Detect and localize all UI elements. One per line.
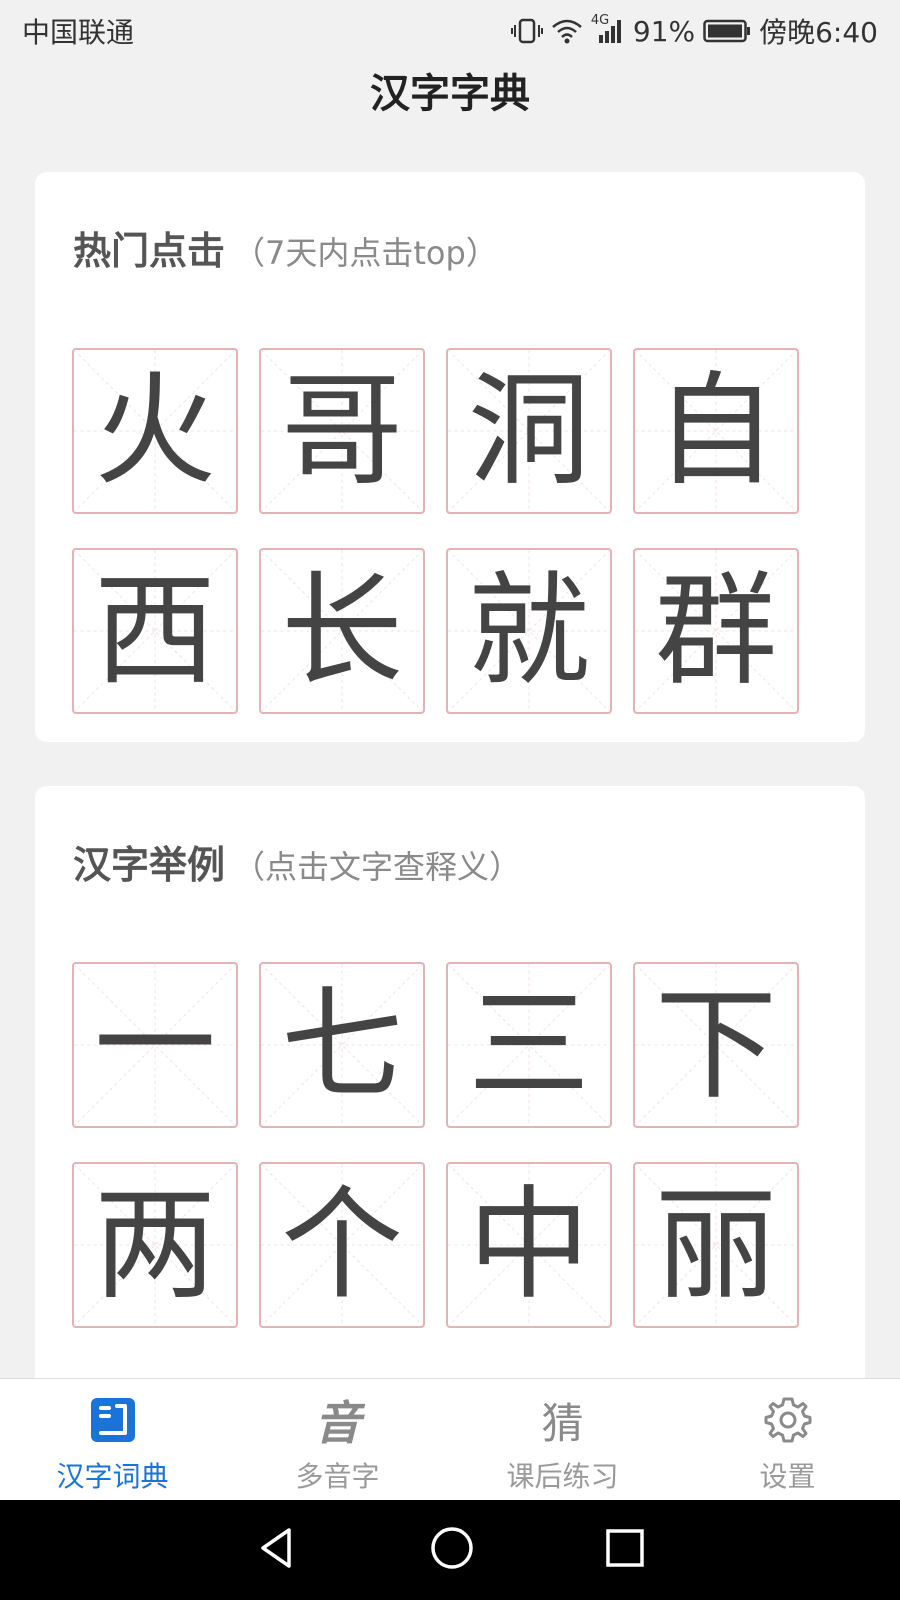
example-char-char: 个 [281, 1174, 403, 1316]
hot-char-char: 洞 [468, 360, 590, 502]
system-nav-bar [0, 1500, 900, 1600]
example-chars-subtitle: （点击文字查释义） [233, 848, 522, 886]
nav-item-settings[interactable]: 设置 [675, 1379, 900, 1500]
example-char-char: 一 [94, 974, 216, 1116]
dictionary-icon [86, 1393, 140, 1447]
example-char-cell[interactable]: 下 [633, 962, 799, 1128]
example-char-cell[interactable]: 个 [259, 1162, 425, 1328]
hot-char-cell[interactable]: 火 [72, 348, 238, 514]
hot-char-char: 群 [655, 560, 777, 702]
hot-chars-grid: 火哥洞自西长就群 [72, 348, 799, 714]
gear-icon [761, 1393, 815, 1447]
example-chars-grid: 一七三下两个中丽 [72, 962, 799, 1328]
network-type-label: 4G [590, 13, 610, 28]
battery-percent: 91% [632, 14, 696, 48]
example-char-cell[interactable]: 丽 [633, 1162, 799, 1328]
example-char-cell[interactable]: 中 [446, 1162, 612, 1328]
hot-char-cell[interactable]: 就 [446, 548, 612, 714]
example-char-char: 三 [468, 974, 590, 1116]
status-icons: 4G 91% 傍晚6:40 [510, 11, 878, 51]
back-icon[interactable] [255, 1526, 299, 1574]
hot-char-cell[interactable]: 西 [72, 548, 238, 714]
example-char-char: 下 [655, 974, 777, 1116]
nav-label-dictionary: 汉字词典 [56, 1460, 169, 1493]
nav-label-polyphone: 多音字 [295, 1460, 380, 1493]
recents-icon[interactable] [605, 1528, 645, 1572]
hot-char-char: 自 [655, 360, 777, 502]
example-chars-card: 汉字举例 （点击文字查释义） 一七三下两个中丽 [35, 786, 865, 1426]
hot-clicks-card: 热门点击 （7天内点击top） 火哥洞自西长就群 [35, 172, 865, 742]
nav-item-practice[interactable]: 猜 课后练习 [450, 1379, 675, 1500]
hot-char-char: 就 [468, 560, 590, 702]
example-chars-header: 汉字举例 （点击文字查释义） [73, 834, 521, 889]
hot-clicks-subtitle: （7天内点击top） [233, 234, 498, 272]
example-char-cell[interactable]: 一 [72, 962, 238, 1128]
example-char-cell[interactable]: 三 [446, 962, 612, 1128]
home-icon[interactable] [429, 1525, 475, 1575]
vibrate-icon [510, 17, 543, 45]
status-bar: 中国联通 4G 91% 傍晚6:40 [0, 0, 900, 62]
hot-char-char: 火 [94, 360, 216, 502]
polyphone-icon-glyph: 音 [314, 1396, 361, 1450]
example-char-char: 七 [281, 974, 403, 1116]
example-char-char: 丽 [655, 1174, 777, 1316]
practice-icon-glyph: 猜 [541, 1398, 584, 1448]
wifi-icon [551, 17, 583, 45]
hot-clicks-title: 热门点击 [73, 229, 226, 273]
nav-item-polyphone[interactable]: 音 多音字 [225, 1379, 450, 1500]
signal-icon: 4G [591, 13, 625, 45]
example-char-cell[interactable]: 两 [72, 1162, 238, 1328]
nav-label-practice: 课后练习 [506, 1460, 619, 1493]
hot-char-char: 西 [94, 560, 216, 702]
example-char-cell[interactable]: 七 [259, 962, 425, 1128]
battery-icon [703, 18, 751, 44]
hot-char-cell[interactable]: 自 [633, 348, 799, 514]
page-title: 汉字字典 [370, 71, 530, 117]
example-char-char: 两 [94, 1174, 216, 1316]
hot-clicks-header: 热门点击 （7天内点击top） [73, 220, 498, 275]
hot-char-cell[interactable]: 哥 [259, 348, 425, 514]
clock: 傍晚6:40 [759, 16, 878, 49]
nav-label-settings: 设置 [759, 1460, 816, 1493]
practice-icon: 猜 [536, 1393, 590, 1448]
hot-char-cell[interactable]: 长 [259, 548, 425, 714]
nav-item-dictionary[interactable]: 汉字词典 [0, 1379, 225, 1500]
example-chars-title: 汉字举例 [73, 843, 226, 887]
bottom-nav: 汉字词典 音 多音字 猜 课后练习 设置 [0, 1378, 900, 1500]
hot-char-char: 哥 [281, 360, 403, 502]
hot-char-char: 长 [281, 560, 403, 702]
polyphone-icon: 音 [311, 1393, 365, 1450]
hot-char-cell[interactable]: 洞 [446, 348, 612, 514]
example-char-char: 中 [468, 1174, 590, 1316]
hot-char-cell[interactable]: 群 [633, 548, 799, 714]
carrier-label: 中国联通 [22, 16, 135, 49]
